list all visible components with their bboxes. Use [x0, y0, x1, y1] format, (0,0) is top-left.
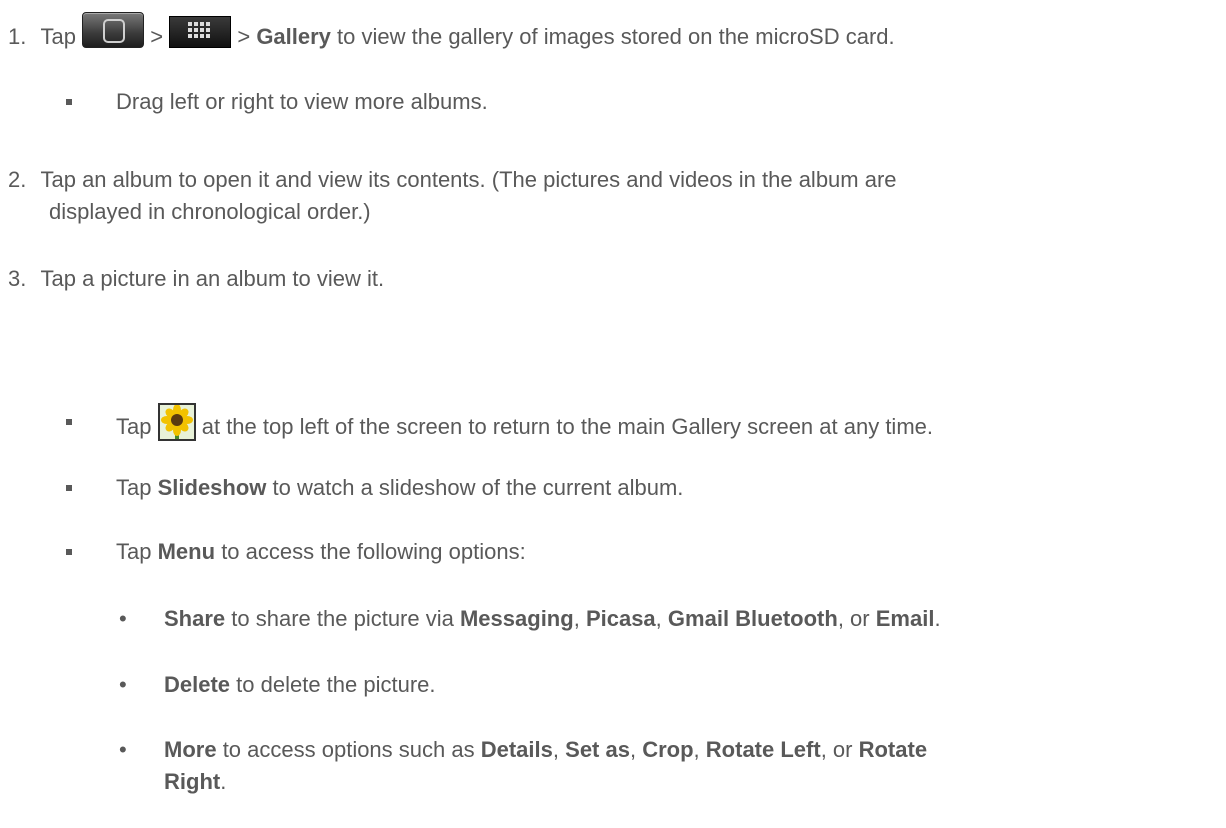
sunflower-gallery-icon	[157, 403, 196, 441]
step-3: 3. Tap a picture in an album to view it.	[8, 266, 385, 291]
bullet-gallery-return: Tap at the top left of the screen to ret…	[116, 403, 933, 447]
home-button-icon	[82, 12, 145, 48]
sub-share: Share to share the picture via Messaging…	[164, 606, 941, 631]
sub-bullet-marker: •	[119, 606, 127, 631]
bullet-menu: Tap Menu to access the following options…	[116, 539, 526, 564]
apps-grid-icon	[169, 16, 232, 48]
sub-bullet-marker: •	[119, 737, 127, 762]
bullet-marker	[66, 485, 72, 491]
step-1-bullet: Drag left or right to view more albums.	[116, 89, 488, 114]
sub-more-line-2: Right.	[164, 769, 227, 794]
step-number: 3.	[8, 266, 27, 291]
sub-delete: Delete to delete the picture.	[164, 672, 436, 697]
bullet-marker	[66, 419, 72, 425]
step-2-line-2: displayed in chronological order.)	[49, 199, 371, 224]
bullet-marker	[66, 99, 72, 105]
step-number: 1.	[8, 23, 27, 49]
step-number: 2.	[8, 167, 27, 192]
step-1: 1. Tap > > Gallery to view the gallery o…	[8, 12, 895, 56]
sub-more-line-1: More to access options such as Details, …	[164, 737, 928, 762]
sub-bullet-marker: •	[119, 672, 127, 697]
bullet-slideshow: Tap Slideshow to watch a slideshow of th…	[116, 475, 684, 500]
bullet-marker	[66, 549, 72, 555]
step-2-line-1: 2. Tap an album to open it and view its …	[8, 167, 897, 192]
